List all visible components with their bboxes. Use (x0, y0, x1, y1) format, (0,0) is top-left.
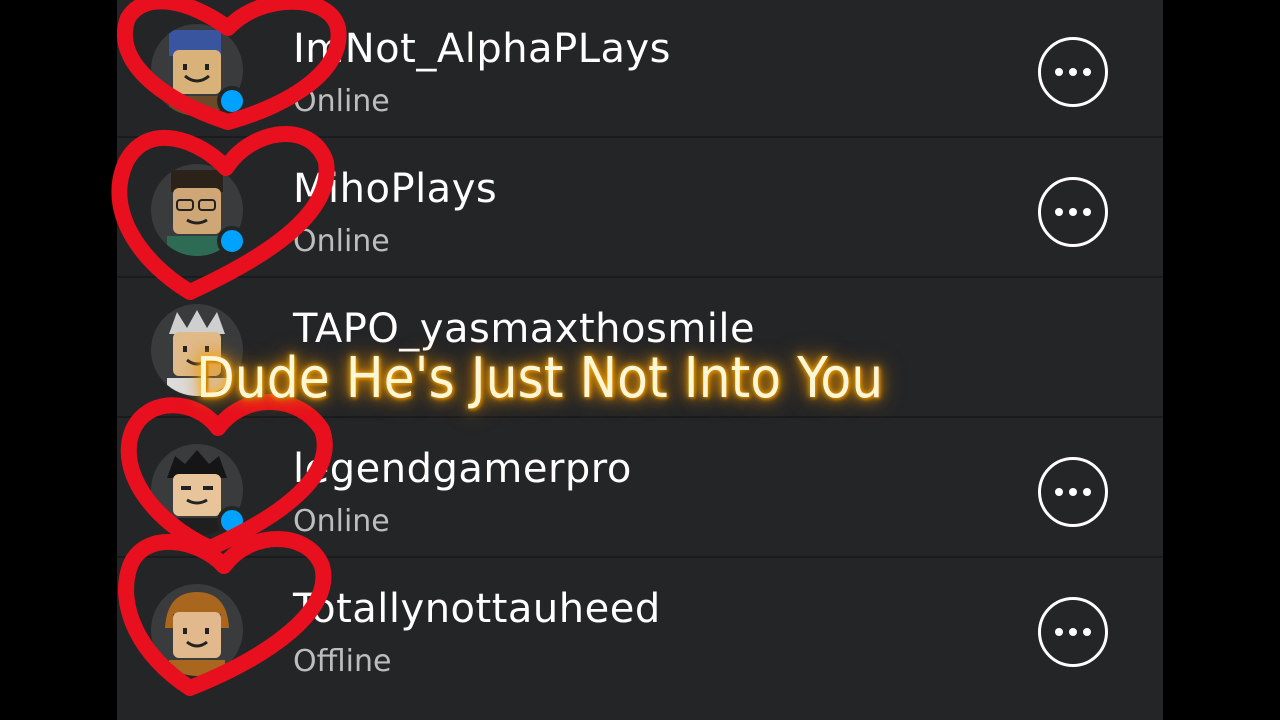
friend-status: Online (293, 504, 390, 539)
more-options-icon[interactable] (1038, 457, 1108, 527)
friend-username[interactable]: legendgamerpro (293, 446, 632, 492)
friend-username[interactable]: MihoPlays (293, 166, 497, 212)
more-options-icon[interactable] (1038, 597, 1108, 667)
online-status-icon (217, 226, 247, 256)
friend-status: Online (293, 224, 390, 259)
friend-status: Offline (293, 644, 392, 679)
friend-status: Online (293, 84, 390, 119)
friend-row[interactable]: MihoPlays Online (117, 140, 1163, 278)
friend-row[interactable]: legendgamerpro Online (117, 420, 1163, 558)
friend-row[interactable]: Totallynottauheed Offline (117, 560, 1163, 720)
online-status-icon (217, 506, 247, 536)
friend-username[interactable]: ImNot_AlphaPLays (293, 26, 671, 72)
avatar-image (165, 592, 229, 676)
more-options-icon[interactable] (1038, 37, 1108, 107)
friend-row[interactable]: ImNot_AlphaPLays Online (117, 0, 1163, 138)
friend-username[interactable]: Totallynottauheed (293, 586, 661, 632)
avatar[interactable] (151, 584, 243, 676)
meme-caption: Dude He's Just Not Into You (196, 346, 884, 411)
more-options-icon[interactable] (1038, 177, 1108, 247)
online-status-icon (217, 86, 247, 116)
